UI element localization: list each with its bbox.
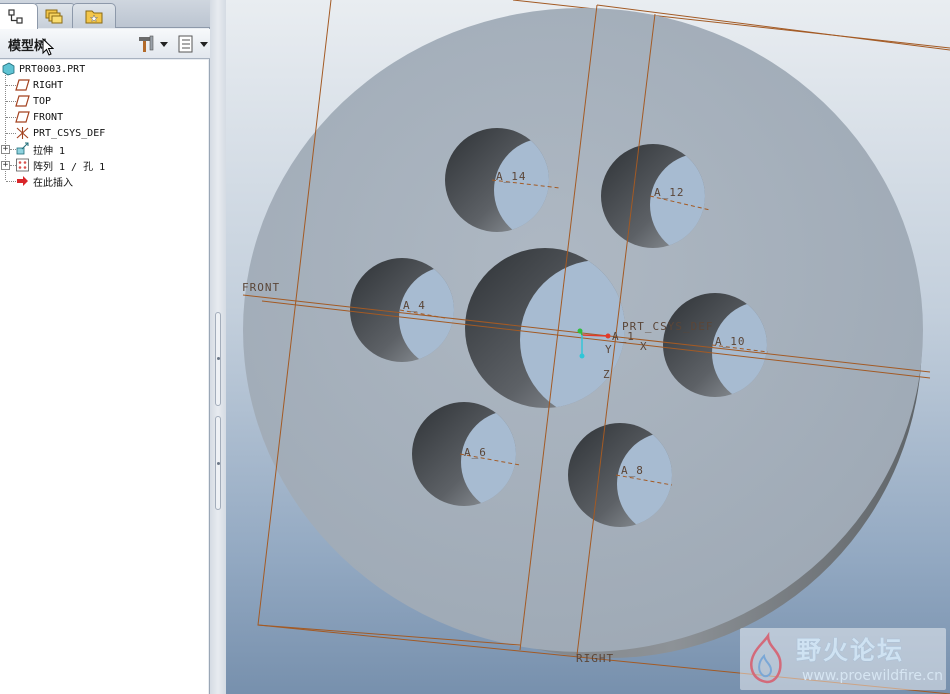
tree-item-label: 在此插入 — [33, 177, 73, 189]
csys-axis-z: Z — [603, 368, 611, 381]
tree-settings-button[interactable] — [136, 33, 170, 55]
sash-dot — [217, 357, 220, 360]
list-view-icon — [178, 35, 193, 53]
datum-label-front: FRONT — [242, 281, 280, 294]
model-tree: PRT0003.PRT RIGHT TOP FRONT PRT_CSYS_DEF… — [0, 60, 208, 694]
tree-show-button[interactable] — [176, 33, 210, 55]
graphics-window[interactable]: A_14 A_12 A_4 A_10 A_6 A_8 A_1 FRONT PRT… — [226, 0, 950, 694]
tree-item-label: FRONT — [33, 111, 64, 123]
csys-axis-y: Y — [605, 343, 613, 356]
axis-label-a10: A_10 — [715, 335, 746, 348]
tree-item-extrude[interactable]: 拉伸 1 — [0, 141, 208, 157]
tree-item-csys[interactable]: PRT_CSYS_DEF — [0, 125, 208, 141]
tree-item-right[interactable]: RIGHT — [0, 77, 208, 93]
csys-axis-x: X — [640, 340, 648, 353]
flame-logo-icon — [750, 632, 782, 684]
coordinate-system-icon — [14, 125, 30, 141]
folder-browser-tab-icon — [45, 9, 63, 24]
part-icon — [0, 61, 16, 77]
favorites-tab-icon — [85, 10, 103, 24]
model-tree-tab-icon — [8, 8, 23, 24]
datum-label-right: RIGHT — [576, 652, 614, 665]
model-scene[interactable]: A_14 A_12 A_4 A_10 A_6 A_8 A_1 FRONT PRT… — [226, 0, 950, 694]
tree-item-label: PRT_CSYS_DEF — [33, 127, 106, 139]
chevron-down-icon — [160, 41, 168, 47]
axis-label-a4: A_4 — [403, 299, 426, 312]
tree-item-insert-here[interactable]: 在此插入 — [0, 173, 208, 189]
tab-folder-browser[interactable] — [32, 3, 76, 28]
axis-label-a8: A_8 — [621, 464, 644, 477]
insert-here-arrow-icon — [14, 173, 30, 189]
model-tree-header: 模型树 — [0, 29, 210, 59]
navigator-tabs — [0, 0, 210, 29]
tab-model-tree[interactable] — [0, 3, 38, 29]
tree-item-label: RIGHT — [33, 79, 64, 91]
tree-item-label: 阵列 1 / 孔 1 — [33, 161, 106, 173]
tree-item-pattern[interactable]: 阵列 1 / 孔 1 — [0, 157, 208, 173]
tree-item-label: PRT0003.PRT — [19, 63, 86, 75]
extrude-icon — [14, 141, 30, 157]
axis-label-a6: A_6 — [464, 446, 487, 459]
tree-item-top[interactable]: TOP — [0, 93, 208, 109]
tree-item-label: 拉伸 1 — [33, 145, 66, 157]
watermark-title: 野火论坛 — [796, 636, 905, 665]
tree-item-front[interactable]: FRONT — [0, 109, 208, 125]
datum-plane-icon — [14, 93, 30, 109]
chevron-down-icon — [200, 41, 208, 47]
datum-plane-icon — [14, 77, 30, 93]
panel-sash[interactable] — [210, 0, 226, 694]
hammer-tools-icon — [139, 35, 154, 52]
datum-label-csys: PRT_CSYS_DEF — [622, 320, 713, 333]
tree-item-label: TOP — [33, 95, 52, 107]
axis-label-a12: A_12 — [654, 186, 685, 199]
tree-item-part[interactable]: PRT0003.PRT — [0, 61, 208, 77]
pattern-icon — [14, 157, 30, 173]
mouse-pointer-icon — [42, 38, 54, 56]
watermark-url: www.proewildfire.cn — [802, 668, 944, 684]
datum-plane-icon — [14, 109, 30, 125]
navigator-panel: 模型树 PRT0003.PRT RIGHT TOP FRONT PRT_CSYS… — [0, 0, 210, 694]
tab-favorites[interactable] — [72, 3, 116, 28]
forum-watermark: 野火论坛 www.proewildfire.cn — [740, 628, 946, 690]
sash-dot — [217, 462, 220, 465]
axis-label-a14: A_14 — [496, 170, 527, 183]
